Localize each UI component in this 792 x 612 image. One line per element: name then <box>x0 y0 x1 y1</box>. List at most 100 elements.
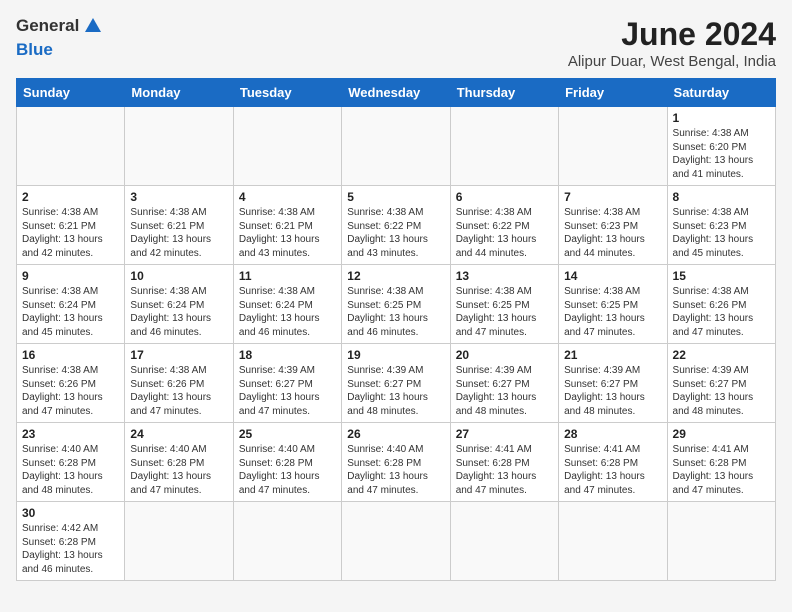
calendar-cell: 3 Sunrise: 4:38 AM Sunset: 6:21 PM Daylig… <box>125 186 233 265</box>
calendar-subtitle: Alipur Duar, West Bengal, India <box>568 53 776 70</box>
calendar-cell: 26Sunrise: 4:40 AM Sunset: 6:28 PM Dayli… <box>342 423 450 502</box>
day-number: 22 <box>673 348 770 362</box>
day-info: Sunrise: 4:40 AM Sunset: 6:28 PM Dayligh… <box>130 443 227 497</box>
calendar-cell: 28Sunrise: 4:41 AM Sunset: 6:28 PM Dayli… <box>559 423 667 502</box>
calendar-cell: 21 Sunrise: 4:39 AM Sunset: 6:27 PM Dayli… <box>559 344 667 423</box>
calendar-cell <box>450 502 558 581</box>
calendar-cell <box>667 502 775 581</box>
calendar-cell <box>342 107 450 186</box>
calendar-cell: 7 Sunrise: 4:38 AM Sunset: 6:23 PM Daylig… <box>559 186 667 265</box>
calendar-title: June 2024 <box>568 16 776 53</box>
day-number: 20 <box>456 348 553 362</box>
calendar-week-3: 9 Sunrise: 4:38 AM Sunset: 6:24 PM Daylig… <box>17 265 776 344</box>
day-number: 9 <box>22 269 119 283</box>
calendar-cell: 25 Sunrise: 4:40 AM Sunset: 6:28 PM Dayli… <box>233 423 341 502</box>
calendar-cell <box>559 502 667 581</box>
calendar-cell <box>233 502 341 581</box>
calendar-cell: 22 Sunrise: 4:39 AM Sunset: 6:27 PM Dayli… <box>667 344 775 423</box>
day-info: Sunrise: 4:38 AM Sunset: 6:20 PM Dayligh… <box>673 127 770 181</box>
calendar-cell: 29 Sunrise: 4:41 AM Sunset: 6:28 PM Dayli… <box>667 423 775 502</box>
day-info: Sunrise: 4:41 AM Sunset: 6:28 PM Dayligh… <box>456 443 553 497</box>
day-number: 5 <box>347 190 444 204</box>
day-info: Sunrise: 4:38 AM Sunset: 6:21 PM Dayligh… <box>239 206 336 260</box>
calendar-cell: 2 Sunrise: 4:38 AM Sunset: 6:21 PM Daylig… <box>17 186 125 265</box>
calendar-week-4: 16 Sunrise: 4:38 AM Sunset: 6:26 PM Dayli… <box>17 344 776 423</box>
day-number: 24 <box>130 427 227 441</box>
day-number: 27 <box>456 427 553 441</box>
day-number: 19 <box>347 348 444 362</box>
weekday-header-friday: Friday <box>559 79 667 107</box>
calendar-cell: 9 Sunrise: 4:38 AM Sunset: 6:24 PM Daylig… <box>17 265 125 344</box>
day-info: Sunrise: 4:40 AM Sunset: 6:28 PM Dayligh… <box>347 443 444 497</box>
day-number: 21 <box>564 348 661 362</box>
day-number: 13 <box>456 269 553 283</box>
calendar-cell: 14 Sunrise: 4:38 AM Sunset: 6:25 PM Dayli… <box>559 265 667 344</box>
weekday-header-saturday: Saturday <box>667 79 775 107</box>
day-number: 7 <box>564 190 661 204</box>
calendar-week-5: 23Sunrise: 4:40 AM Sunset: 6:28 PM Dayli… <box>17 423 776 502</box>
day-info: Sunrise: 4:38 AM Sunset: 6:21 PM Dayligh… <box>22 206 119 260</box>
calendar-cell: 19 Sunrise: 4:39 AM Sunset: 6:27 PM Dayli… <box>342 344 450 423</box>
calendar-table: SundayMondayTuesdayWednesdayThursdayFrid… <box>16 78 776 581</box>
day-info: Sunrise: 4:39 AM Sunset: 6:27 PM Dayligh… <box>239 364 336 418</box>
calendar-week-6: 30 Sunrise: 4:42 AM Sunset: 6:28 PM Dayli… <box>17 502 776 581</box>
calendar-cell <box>233 107 341 186</box>
day-info: Sunrise: 4:38 AM Sunset: 6:25 PM Dayligh… <box>564 285 661 339</box>
day-info: Sunrise: 4:38 AM Sunset: 6:24 PM Dayligh… <box>130 285 227 339</box>
calendar-cell: 23Sunrise: 4:40 AM Sunset: 6:28 PM Dayli… <box>17 423 125 502</box>
calendar-cell: 24 Sunrise: 4:40 AM Sunset: 6:28 PM Dayli… <box>125 423 233 502</box>
day-info: Sunrise: 4:39 AM Sunset: 6:27 PM Dayligh… <box>673 364 770 418</box>
page-header: General Blue June 2024 Alipur Duar, West… <box>16 16 776 70</box>
day-number: 4 <box>239 190 336 204</box>
day-number: 29 <box>673 427 770 441</box>
day-info: Sunrise: 4:39 AM Sunset: 6:27 PM Dayligh… <box>564 364 661 418</box>
day-number: 18 <box>239 348 336 362</box>
day-number: 14 <box>564 269 661 283</box>
calendar-cell: 17 Sunrise: 4:38 AM Sunset: 6:26 PM Dayli… <box>125 344 233 423</box>
logo-blue-text: Blue <box>16 40 53 60</box>
day-info: Sunrise: 4:38 AM Sunset: 6:21 PM Dayligh… <box>130 206 227 260</box>
day-number: 2 <box>22 190 119 204</box>
day-info: Sunrise: 4:38 AM Sunset: 6:22 PM Dayligh… <box>456 206 553 260</box>
calendar-cell: 16Sunrise: 4:38 AM Sunset: 6:26 PM Dayli… <box>17 344 125 423</box>
calendar-cell: 18 Sunrise: 4:39 AM Sunset: 6:27 PM Dayli… <box>233 344 341 423</box>
day-info: Sunrise: 4:41 AM Sunset: 6:28 PM Dayligh… <box>673 443 770 497</box>
day-info: Sunrise: 4:39 AM Sunset: 6:27 PM Dayligh… <box>347 364 444 418</box>
day-number: 1 <box>673 111 770 125</box>
calendar-cell: 4 Sunrise: 4:38 AM Sunset: 6:21 PM Daylig… <box>233 186 341 265</box>
day-number: 30 <box>22 506 119 520</box>
day-number: 10 <box>130 269 227 283</box>
calendar-cell <box>125 502 233 581</box>
calendar-cell: 27 Sunrise: 4:41 AM Sunset: 6:28 PM Dayli… <box>450 423 558 502</box>
day-info: Sunrise: 4:38 AM Sunset: 6:22 PM Dayligh… <box>347 206 444 260</box>
logo-triangle-icon <box>85 18 101 32</box>
calendar-cell <box>125 107 233 186</box>
calendar-cell <box>342 502 450 581</box>
logo-general-text: General <box>16 16 79 36</box>
day-number: 6 <box>456 190 553 204</box>
day-number: 16 <box>22 348 119 362</box>
calendar-cell: 15Sunrise: 4:38 AM Sunset: 6:26 PM Dayli… <box>667 265 775 344</box>
day-info: Sunrise: 4:38 AM Sunset: 6:24 PM Dayligh… <box>22 285 119 339</box>
day-number: 12 <box>347 269 444 283</box>
day-number: 28 <box>564 427 661 441</box>
day-info: Sunrise: 4:38 AM Sunset: 6:23 PM Dayligh… <box>673 206 770 260</box>
day-number: 25 <box>239 427 336 441</box>
calendar-week-1: 1 Sunrise: 4:38 AM Sunset: 6:20 PM Daylig… <box>17 107 776 186</box>
calendar-cell: 8Sunrise: 4:38 AM Sunset: 6:23 PM Daylig… <box>667 186 775 265</box>
day-info: Sunrise: 4:38 AM Sunset: 6:25 PM Dayligh… <box>456 285 553 339</box>
day-info: Sunrise: 4:40 AM Sunset: 6:28 PM Dayligh… <box>239 443 336 497</box>
logo: General Blue <box>16 16 101 60</box>
day-number: 3 <box>130 190 227 204</box>
day-info: Sunrise: 4:38 AM Sunset: 6:26 PM Dayligh… <box>130 364 227 418</box>
day-info: Sunrise: 4:40 AM Sunset: 6:28 PM Dayligh… <box>22 443 119 497</box>
day-number: 17 <box>130 348 227 362</box>
day-number: 11 <box>239 269 336 283</box>
calendar-cell: 11Sunrise: 4:38 AM Sunset: 6:24 PM Dayli… <box>233 265 341 344</box>
weekday-header-tuesday: Tuesday <box>233 79 341 107</box>
weekday-header-row: SundayMondayTuesdayWednesdayThursdayFrid… <box>17 79 776 107</box>
calendar-cell <box>559 107 667 186</box>
day-info: Sunrise: 4:42 AM Sunset: 6:28 PM Dayligh… <box>22 522 119 576</box>
day-info: Sunrise: 4:38 AM Sunset: 6:23 PM Dayligh… <box>564 206 661 260</box>
calendar-cell: 12Sunrise: 4:38 AM Sunset: 6:25 PM Dayli… <box>342 265 450 344</box>
